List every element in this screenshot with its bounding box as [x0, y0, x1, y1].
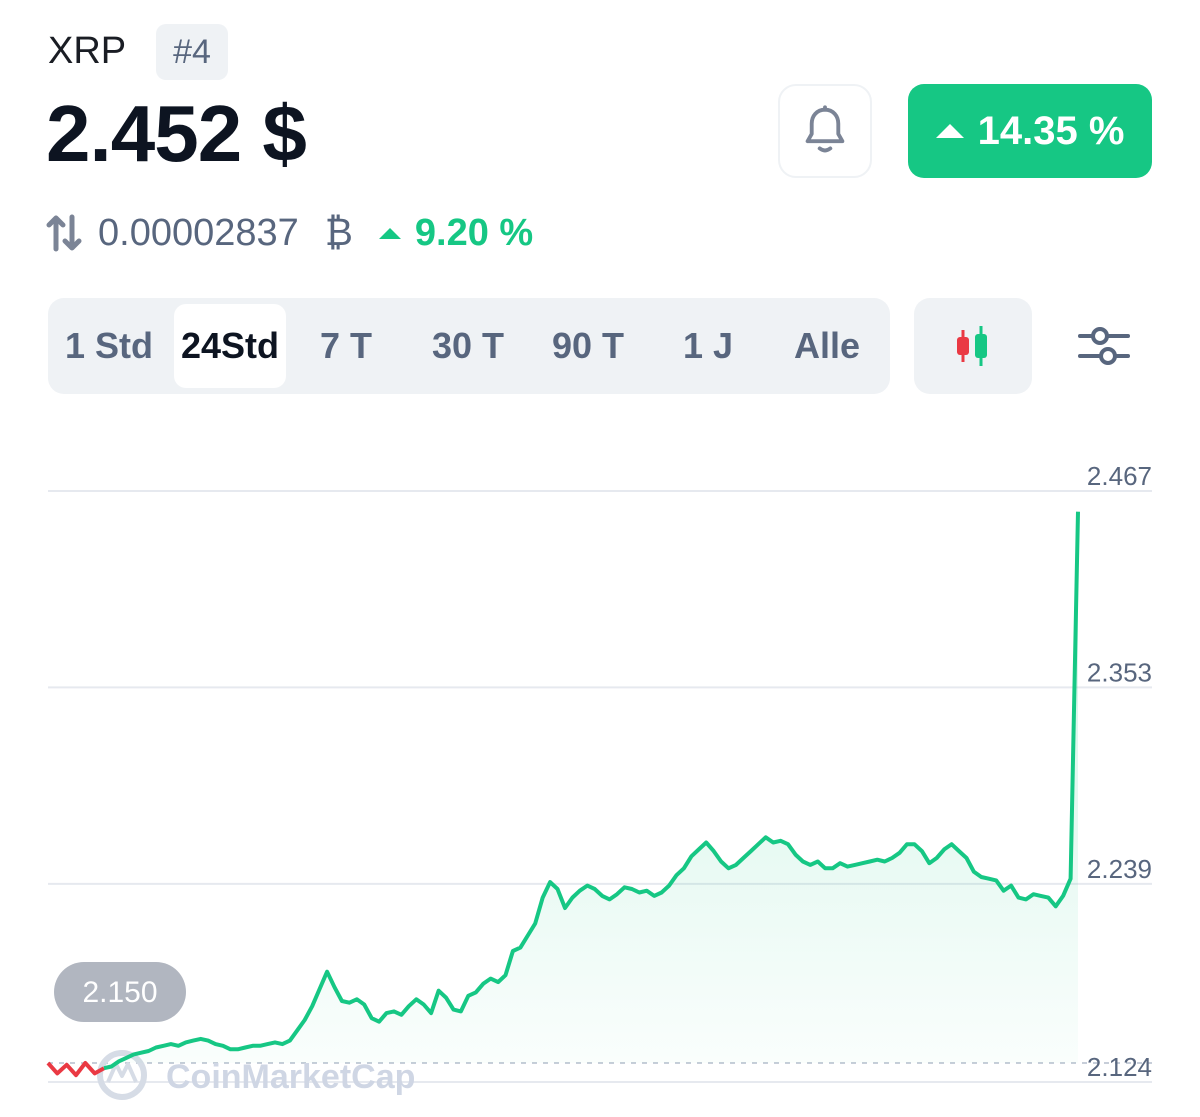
y-tick-label: 2.467 [1087, 461, 1152, 491]
rank-badge: #4 [156, 24, 228, 80]
price-value: 2.452 $ [46, 89, 307, 178]
btc-symbol: ₿ [324, 211, 353, 254]
price-area-fill [104, 511, 1078, 1069]
bell-icon [805, 105, 845, 153]
reference-value-bubble: 2.150 [54, 962, 186, 1022]
price-alert-button[interactable] [778, 84, 872, 178]
price-chart[interactable]: CoinMarketCap 2.467 2.353 2.239 2.124 2.150 [0, 420, 1200, 1110]
sliders-icon [1078, 327, 1130, 365]
btc-change-value: 9.20 % [414, 211, 534, 254]
timeframe-tabs: 1 Std 24Std 7 T 30 T 90 T 1 J Alle [48, 298, 890, 394]
tab-1-j[interactable]: 1 J [658, 304, 758, 388]
swap-arrows-icon[interactable] [46, 213, 82, 253]
reference-value-label: 2.150 [82, 976, 157, 1009]
tab-30-t[interactable]: 30 T [410, 304, 526, 388]
y-tick-label: 2.353 [1087, 657, 1152, 687]
triangle-up-icon [935, 124, 964, 138]
candlestick-toggle-button[interactable] [914, 298, 1032, 394]
coin-symbol: XRP [48, 30, 127, 72]
triangle-up-icon [378, 227, 401, 239]
chart-settings-button[interactable] [1068, 310, 1140, 382]
y-tick-label: 2.124 [1087, 1052, 1152, 1082]
tab-24std[interactable]: 24Std [174, 304, 286, 388]
watermark-text: CoinMarketCap [166, 1058, 415, 1096]
tab-alle[interactable]: Alle [772, 304, 882, 388]
tab-7-t[interactable]: 7 T [296, 304, 396, 388]
candlestick-icon [957, 326, 987, 366]
price-change-badge: 14.35 % [908, 84, 1152, 178]
y-tick-label: 2.239 [1087, 854, 1152, 884]
btc-price-row: 0.00002837 ₿ 9.20 % [46, 206, 533, 260]
tab-90-t[interactable]: 90 T [532, 304, 644, 388]
price-line-below-reference [46, 1061, 105, 1078]
btc-price-value: 0.00002837 [98, 211, 299, 254]
tab-1-std[interactable]: 1 Std [54, 304, 164, 388]
price-change-value: 14.35 % [977, 108, 1125, 153]
